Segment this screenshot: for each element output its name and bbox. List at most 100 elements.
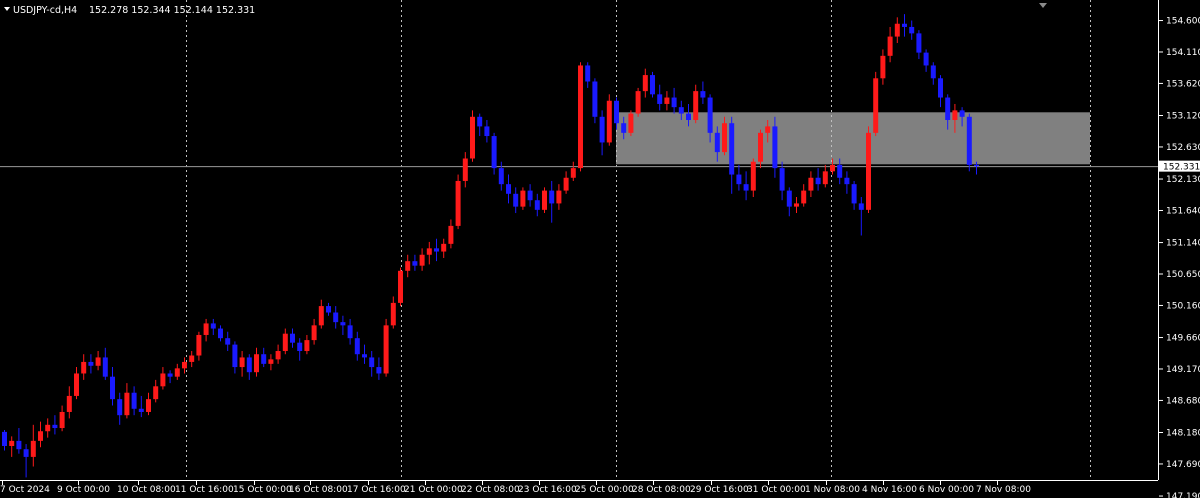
y-tick-label: 151.640 (1166, 206, 1200, 216)
candle[interactable] (578, 62, 583, 172)
x-tick-label: 22 Oct 08:00 (461, 485, 520, 495)
candle-body (556, 190, 562, 204)
candle-body (938, 78, 943, 98)
candle-body (693, 91, 699, 120)
price-chart[interactable]: 154.600 154.110 153.620 153.120 152.630 152.1… (0, 0, 1200, 498)
candle-body (30, 440, 36, 457)
candle-body (470, 116, 475, 159)
candle-body (88, 361, 94, 366)
candle[interactable] (520, 187, 526, 210)
candle-body (801, 190, 807, 204)
candle-body (830, 164, 835, 172)
candle[interactable] (398, 267, 403, 307)
candle-body (182, 361, 187, 369)
candle-body (362, 354, 367, 358)
x-tick-label: 21 Oct 00:00 (404, 485, 463, 495)
candle-body (959, 110, 965, 117)
candle-body (340, 322, 346, 326)
candle-body (628, 113, 634, 133)
y-tick-label: 149.170 (1166, 365, 1200, 375)
candle-body (275, 351, 281, 360)
candle-body (758, 132, 763, 162)
candle[interactable] (383, 318, 389, 377)
candle-body (779, 168, 785, 191)
candle-body (304, 340, 310, 352)
candle-body (714, 132, 720, 153)
y-tick-label: 150.650 (1166, 270, 1200, 280)
candle-body (506, 184, 511, 194)
candle-body (578, 65, 583, 169)
candle[interactable] (455, 174, 461, 230)
candle-body (858, 203, 864, 210)
candle-body (2, 431, 7, 446)
candle-body (657, 94, 663, 104)
candle-body (124, 392, 130, 416)
candle[interactable] (635, 87, 641, 117)
candle[interactable] (628, 110, 634, 137)
candle[interactable] (873, 71, 879, 137)
candle-body (700, 91, 706, 98)
x-tick-label: 4 Nov 16:00 (862, 485, 917, 495)
candle-body (297, 342, 303, 352)
candle-body (513, 193, 519, 207)
candle-body (426, 248, 432, 255)
candle-body (808, 177, 814, 191)
candle-body (174, 368, 180, 377)
x-tick-label: 23 Oct 16:00 (518, 485, 577, 495)
candle-body (678, 107, 684, 114)
candle-body (542, 190, 547, 210)
candle-body (268, 359, 274, 364)
candle-body (902, 23, 907, 27)
candle-body (455, 180, 461, 226)
candle-body (650, 75, 655, 95)
candle-body (966, 116, 972, 165)
candle-body (520, 190, 526, 207)
candle[interactable] (592, 78, 598, 124)
y-tick-label: 152.630 (1166, 143, 1200, 153)
candle-body (498, 168, 504, 185)
candle-body (477, 116, 483, 127)
candle-body (866, 132, 871, 210)
candle-body (117, 399, 123, 416)
candle-body (765, 126, 771, 133)
candle[interactable] (470, 110, 475, 162)
candle-body (462, 158, 468, 181)
candle-body (772, 126, 778, 169)
candle[interactable] (866, 126, 871, 214)
candle-body (167, 373, 173, 377)
candle-body (434, 248, 439, 252)
candle-body (974, 164, 979, 167)
candle-body (246, 357, 252, 373)
candle-body (218, 328, 223, 339)
chart-header: USDJPY-cd,H4 152.278 152.344 152.144 152… (4, 5, 255, 16)
y-tick-label: 150.160 (1166, 301, 1200, 311)
candle-body (210, 323, 216, 329)
candle-body (59, 411, 65, 429)
candle[interactable] (606, 94, 612, 146)
candle-body (23, 449, 29, 457)
candle[interactable] (542, 187, 547, 214)
candle-body (621, 123, 627, 133)
candle-body (383, 325, 389, 374)
candle-body (412, 261, 418, 266)
candle-body (909, 26, 915, 34)
candle-body (419, 254, 425, 266)
candle-body (333, 312, 339, 323)
candle-body (232, 344, 238, 368)
y-tick-label: 154.110 (1166, 48, 1200, 58)
candle-body (45, 424, 51, 432)
candle-body (527, 190, 533, 201)
candle-body (614, 100, 619, 124)
candle[interactable] (966, 113, 972, 172)
candle-body (844, 177, 850, 185)
x-tick-label: 25 Oct 00:00 (575, 485, 634, 495)
candle-body (930, 65, 936, 79)
zone-rect (616, 112, 1090, 165)
symbol-timeframe: USDJPY-cd,H4 (13, 5, 77, 16)
candle-body (563, 177, 569, 191)
candle-body (311, 325, 317, 341)
candle[interactable] (650, 71, 655, 98)
support-resistance-zone (616, 112, 1090, 165)
ohlc-values: 152.278 152.344 152.144 152.331 (89, 5, 255, 16)
candle-body (686, 113, 691, 120)
